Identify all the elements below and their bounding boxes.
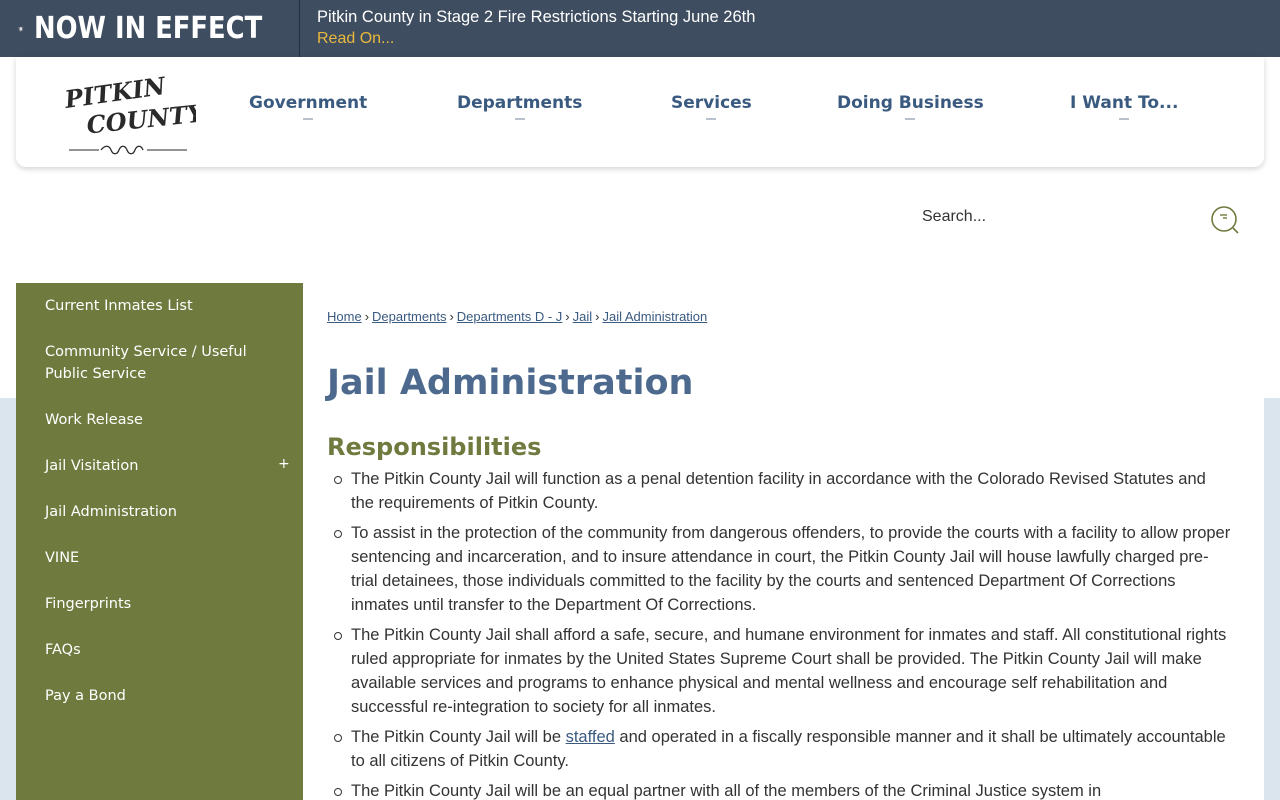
sidebar-item-jail-visitation[interactable]: Jail Visitation: [45, 455, 285, 477]
alert-bar: NOW IN EFFECT Pitkin County in Stage 2 F…: [0, 0, 1280, 57]
breadcrumb-departments-d-j[interactable]: Departments D - J: [457, 309, 562, 324]
nav-departments[interactable]: Departments: [457, 93, 582, 120]
nav-government[interactable]: Government: [249, 93, 367, 120]
list-item: The Pitkin County Jail will be staffed a…: [334, 725, 1231, 773]
sidebar-item-current-inmates-list[interactable]: Current Inmates List: [45, 295, 285, 317]
sidebar-nav: Current Inmates List Community Service /…: [16, 283, 303, 800]
expand-plus-icon[interactable]: +: [278, 456, 290, 472]
breadcrumb-separator: ›: [595, 309, 600, 324]
breadcrumb-home[interactable]: Home: [327, 309, 362, 324]
main-content: Home › Departments › Departments D - J › Jail ›…: [303, 283, 1264, 800]
breadcrumb-separator: ›: [364, 309, 370, 324]
list-item: To assist in the protection of the commu…: [334, 521, 1231, 617]
sidebar-item-community-service[interactable]: Community Service / Useful Public Servic…: [45, 341, 255, 385]
responsibilities-list: The Pitkin County Jail will function as …: [334, 467, 1231, 800]
sidebar-item-jail-administration[interactable]: Jail Administration: [45, 501, 285, 523]
sidebar-item-fingerprints[interactable]: Fingerprints: [45, 593, 285, 615]
breadcrumb-separator: ›: [565, 309, 570, 324]
breadcrumb-jail-administration[interactable]: Jail Administration: [602, 309, 707, 324]
section-heading-responsibilities: Responsibilities: [327, 433, 542, 461]
breadcrumb-jail[interactable]: Jail: [573, 309, 593, 324]
sidebar-item-faqs[interactable]: FAQs: [45, 639, 285, 661]
nav-i-want-to[interactable]: I Want To...: [1070, 93, 1178, 120]
pitkin-county-logo[interactable]: PITKIN COUNTY: [61, 67, 196, 159]
site-search: [922, 204, 1242, 238]
nav-doing-business[interactable]: Doing Business: [837, 93, 984, 120]
breadcrumb-separator: ›: [449, 309, 454, 324]
breadcrumb: Home › Departments › Departments D - J › Jail ›…: [327, 309, 707, 324]
sidebar-item-vine[interactable]: VINE: [45, 547, 285, 569]
list-item: The Pitkin County Jail will function as …: [334, 467, 1231, 515]
breadcrumb-departments[interactable]: Departments: [372, 309, 446, 324]
alert-message[interactable]: Pitkin County in Stage 2 Fire Restrictio…: [317, 7, 755, 28]
list-item: The Pitkin County Jail shall afford a sa…: [334, 623, 1231, 719]
sidebar-item-work-release[interactable]: Work Release: [45, 409, 285, 431]
alert-title: NOW IN EFFECT: [33, 11, 262, 46]
bell-icon: [18, 26, 24, 31]
alert-label: NOW IN EFFECT: [0, 0, 300, 57]
staffed-link[interactable]: staffed: [566, 728, 615, 746]
site-header: PITKIN COUNTY Government Departments Ser…: [16, 57, 1264, 167]
search-input[interactable]: [922, 208, 1192, 226]
alert-read-on-link[interactable]: Read On...: [317, 28, 394, 50]
list-item: The Pitkin County Jail will be an equal …: [334, 779, 1231, 800]
sidebar-item-pay-a-bond[interactable]: Pay a Bond: [45, 685, 285, 707]
page-title: Jail Administration: [327, 363, 694, 403]
search-icon[interactable]: [1209, 204, 1241, 236]
alert-content: Pitkin County in Stage 2 Fire Restrictio…: [300, 0, 755, 57]
nav-services[interactable]: Services: [671, 93, 752, 120]
